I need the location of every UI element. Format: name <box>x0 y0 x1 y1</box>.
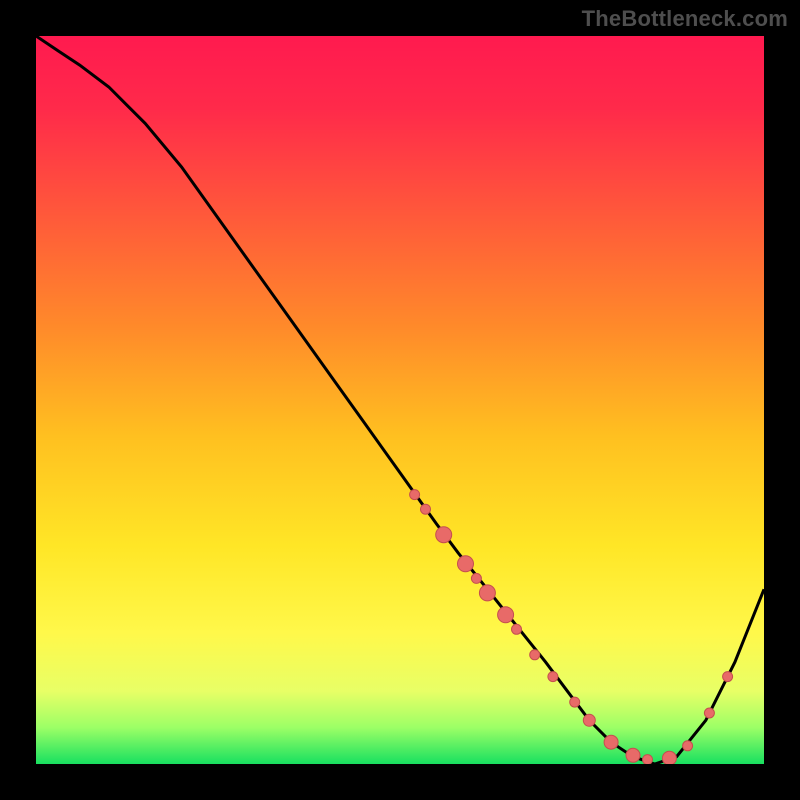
data-marker <box>643 755 653 764</box>
data-marker <box>704 708 714 718</box>
data-marker <box>604 735 618 749</box>
data-marker <box>662 751 676 764</box>
data-marker <box>410 490 420 500</box>
bottleneck-curve <box>36 36 764 764</box>
data-marker <box>498 607 514 623</box>
data-marker <box>512 624 522 634</box>
data-marker <box>723 672 733 682</box>
watermark-label: TheBottleneck.com <box>582 6 788 32</box>
data-marker <box>548 672 558 682</box>
data-marker <box>458 556 474 572</box>
chart-container: TheBottleneck.com <box>0 0 800 800</box>
data-marker <box>471 573 481 583</box>
data-marker <box>421 504 431 514</box>
data-marker <box>683 741 693 751</box>
data-marker <box>436 527 452 543</box>
data-marker <box>626 748 640 762</box>
data-marker <box>583 714 595 726</box>
data-marker <box>479 585 495 601</box>
data-marker <box>530 650 540 660</box>
data-marker <box>570 697 580 707</box>
plot-area <box>36 36 764 764</box>
